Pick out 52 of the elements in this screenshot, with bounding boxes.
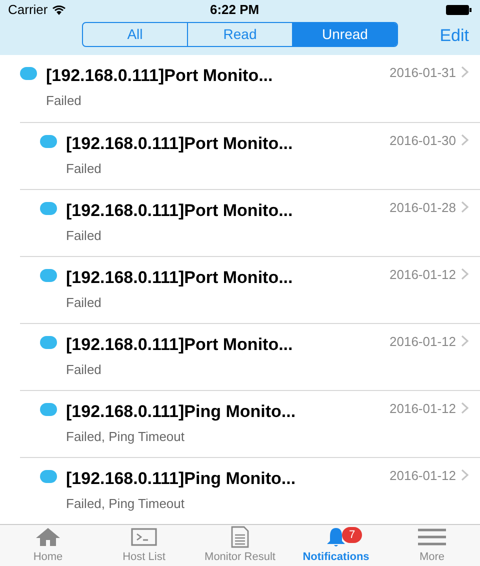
- notification-title: [192.168.0.111]Port Monito...: [66, 133, 293, 155]
- notification-detail: Failed, Ping Timeout: [66, 494, 186, 513]
- notification-title: [192.168.0.111]Ping Monito...: [66, 401, 296, 423]
- notification-title: [192.168.0.111]Ping Monito...: [66, 468, 296, 490]
- tab-bar-item[interactable]: Monitor Result: [192, 525, 288, 566]
- tab-bar-item[interactable]: Host List: [96, 525, 192, 566]
- notification-detail: Failed: [66, 360, 102, 378]
- notification-detail: Failed: [46, 92, 82, 110]
- notification-detail: Failed: [66, 226, 102, 244]
- chevron-icon: [461, 268, 469, 280]
- notification-title: [192.168.0.111]Port Monito...: [46, 65, 273, 87]
- notification-date: 2016-01-31: [390, 64, 456, 82]
- chevron-icon: [461, 201, 469, 213]
- notification-row[interactable]: [192.168.0.111]Port Monito... 2016-01-31 Failed: [0, 55, 480, 122]
- battery-icon: [446, 5, 472, 15]
- carrier-label: Carrier: [8, 1, 48, 20]
- notification-date: 2016-01-30: [390, 132, 456, 150]
- notification-title: [192.168.0.111]Port Monito...: [66, 334, 293, 356]
- notification-title: [192.168.0.111]Port Monito...: [66, 200, 293, 222]
- notification-date: 2016-01-12: [390, 467, 456, 485]
- notification-date: 2016-01-12: [390, 400, 456, 418]
- home-icon: [35, 526, 61, 547]
- bell-icon: [326, 526, 346, 548]
- notification-row[interactable]: [192.168.0.111]Ping Monito... 2016-01-12 Failed, Ping Timeout: [20, 390, 480, 457]
- chevron-icon: [461, 402, 469, 414]
- notification-row[interactable]: [192.168.0.111]Port Monito... 2016-01-30 Failed: [20, 122, 480, 189]
- filter-tab[interactable]: All: [83, 23, 187, 46]
- terminal-icon: [131, 526, 157, 547]
- notification-date: 2016-01-12: [390, 266, 456, 284]
- chevron-icon: [461, 134, 469, 146]
- notification-date: 2016-01-12: [390, 333, 456, 351]
- menu-icon: [418, 528, 446, 546]
- edit-button[interactable]: Edit: [440, 23, 469, 48]
- notification-row[interactable]: [192.168.0.111]Port Monito... 2016-01-28 Failed: [20, 189, 480, 256]
- notification-detail: Failed: [66, 294, 102, 312]
- chevron-icon: [461, 335, 469, 347]
- filter-tab[interactable]: Unread: [292, 23, 397, 46]
- document-icon: [230, 526, 250, 548]
- clock-time: 6:22 PM: [210, 1, 260, 20]
- chevron-icon: [461, 469, 469, 481]
- chevron-icon: [461, 66, 469, 78]
- notification-row[interactable]: [192.168.0.111]Port Monito... 2016-01-12 Failed: [20, 323, 480, 390]
- notification-row[interactable]: [192.168.0.111]Port Monito... 2016-01-12 Failed: [20, 256, 480, 323]
- notification-date: 2016-01-28: [390, 199, 456, 217]
- count-badge: 7: [342, 527, 362, 543]
- notification-detail: Failed: [66, 160, 102, 178]
- notification-title: [192.168.0.111]Port Monito...: [66, 267, 293, 289]
- wifi-icon: [52, 5, 66, 15]
- tab-bar-item[interactable]: More: [384, 525, 480, 566]
- notification-detail: Failed, Ping Timeout: [66, 428, 186, 446]
- tab-bar-item[interactable]: Notifications 7: [288, 525, 384, 566]
- tab-bar-item[interactable]: Home: [0, 525, 96, 566]
